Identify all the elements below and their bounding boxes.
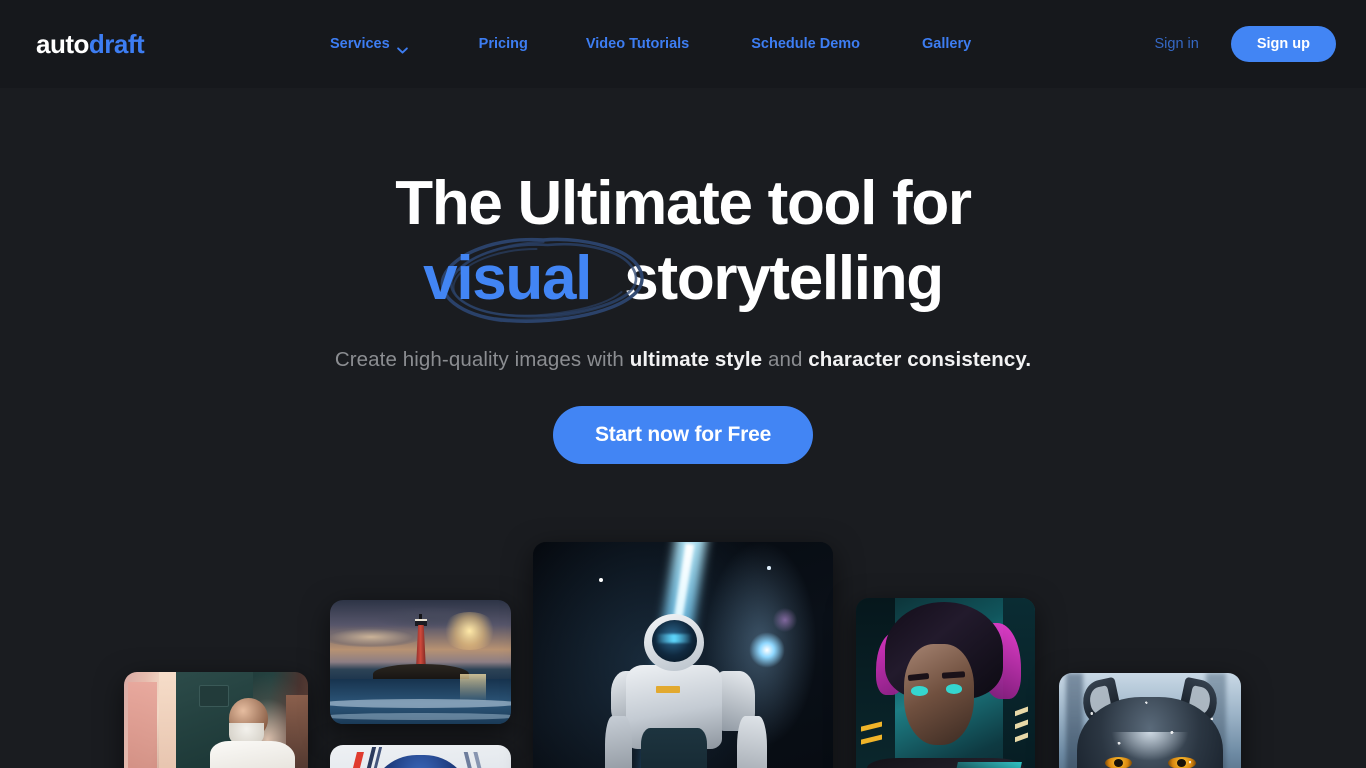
logo[interactable]: autodraft bbox=[36, 29, 145, 59]
race-car-image bbox=[330, 745, 511, 768]
cta-container: Start now for Free bbox=[0, 406, 1366, 464]
elderly-man-image bbox=[124, 672, 308, 768]
hero-title-line-1: The Ultimate tool for bbox=[395, 169, 972, 238]
hero-subtitle: Create high-quality images with ultimate… bbox=[0, 346, 1366, 375]
nav-item-video-tutorials-label: Video Tutorials bbox=[585, 36, 690, 52]
gallery-card-wolf-in-snow[interactable] bbox=[1059, 673, 1241, 768]
auth-actions: Sign in Sign up bbox=[1154, 0, 1336, 88]
nav-item-gallery[interactable]: Gallery bbox=[922, 36, 971, 52]
gallery-card-race-car[interactable] bbox=[330, 745, 511, 768]
chevron-down-icon bbox=[396, 42, 408, 54]
nav-item-pricing[interactable]: Pricing bbox=[479, 36, 528, 52]
cyberpunk-character-image bbox=[856, 598, 1035, 768]
subtitle-prefix: Create high-quality images with bbox=[334, 348, 630, 371]
site-header: autodraft Services Pricing Video Tutoria… bbox=[0, 0, 1366, 88]
hero-title-line-2-rest: storytelling bbox=[624, 244, 944, 314]
nav-item-schedule-demo[interactable]: Schedule Demo bbox=[751, 36, 860, 52]
gallery-card-astronaut-in-space[interactable] bbox=[533, 542, 833, 768]
astronaut-image bbox=[533, 542, 833, 768]
sign-in-link[interactable]: Sign in bbox=[1154, 36, 1198, 52]
gallery-card-lighthouse-seascape[interactable] bbox=[330, 600, 511, 724]
sign-up-button[interactable]: Sign up bbox=[1230, 26, 1336, 62]
subtitle-middle: and bbox=[762, 348, 809, 371]
subtitle-strong-style: ultimate style bbox=[629, 348, 763, 371]
logo-text-draft: draft bbox=[88, 29, 145, 59]
nav-item-gallery-label: Gallery bbox=[922, 36, 972, 52]
hero-title-highlight: visual bbox=[423, 244, 592, 314]
nav-item-pricing-label: Pricing bbox=[478, 36, 528, 52]
gallery-card-elderly-man-portrait[interactable] bbox=[124, 672, 308, 768]
nav-item-video-tutorials[interactable]: Video Tutorials bbox=[586, 36, 689, 52]
subtitle-strong-consistency: character consistency. bbox=[808, 348, 1032, 371]
main-navigation: Services Pricing Video Tutorials Schedul… bbox=[330, 0, 971, 88]
nav-item-services-label: Services bbox=[330, 36, 390, 52]
logo-text-auto: auto bbox=[36, 29, 89, 59]
nav-item-services[interactable]: Services bbox=[330, 36, 408, 54]
page-title: The Ultimate tool for visual_storytellin… bbox=[0, 166, 1366, 323]
hero-title-line-2: visual_storytelling bbox=[0, 237, 1366, 323]
gallery-card-cyberpunk-character[interactable] bbox=[856, 598, 1035, 768]
nav-item-schedule-demo-label: Schedule Demo bbox=[751, 36, 861, 52]
lighthouse-image bbox=[330, 600, 511, 724]
page-root: autodraft Services Pricing Video Tutoria… bbox=[0, 0, 1366, 768]
start-now-for-free-button[interactable]: Start now for Free bbox=[552, 406, 814, 464]
wolf-image bbox=[1059, 673, 1241, 768]
